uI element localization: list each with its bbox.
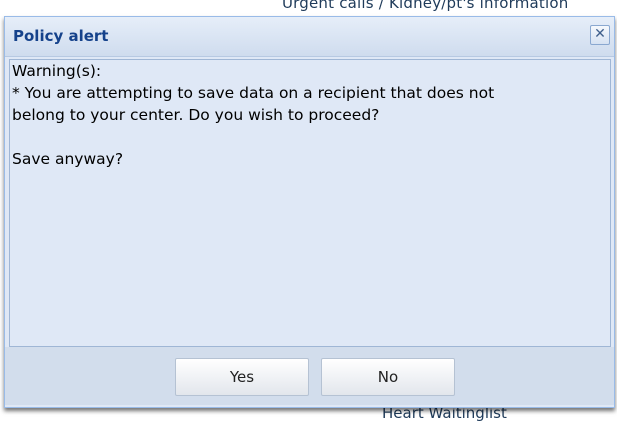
no-button[interactable]: No [321, 358, 455, 396]
close-icon[interactable]: ✕ [590, 25, 610, 45]
save-anyway-question: Save anyway? [12, 150, 124, 168]
dialog-title: Policy alert [13, 27, 109, 45]
policy-alert-dialog: Policy alert ✕ Warning(s): * You are att… [4, 16, 615, 408]
background-header-text: Urgent calls / Kidney/pt's information [282, 0, 569, 12]
warning-line-2: belong to your center. Do you wish to pr… [12, 106, 380, 124]
warning-line-1: * You are attempting to save data on a r… [12, 84, 495, 102]
dialog-message-area: Warning(s): * You are attempting to save… [9, 59, 611, 347]
yes-button[interactable]: Yes [175, 358, 309, 396]
dialog-footer: Yes No [5, 347, 614, 405]
dialog-titlebar: Policy alert ✕ [5, 17, 614, 57]
warning-heading: Warning(s): [12, 62, 102, 80]
